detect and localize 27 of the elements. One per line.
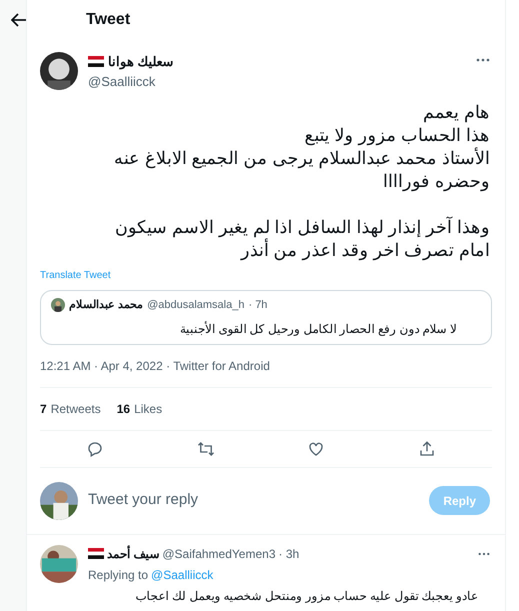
replying-label: Replying to xyxy=(88,566,148,584)
quoted-author-name: محمد عبدالسلام xyxy=(69,298,144,313)
flag-icon xyxy=(88,56,104,68)
more-icon[interactable] xyxy=(478,552,490,556)
comment-icon[interactable] xyxy=(86,440,104,458)
tweet-text: هام يعمم هذا الحساب مزور ولا يتبع الأستاذ محمد عبدالسلام يرجى من الجميع الابلاغ عنه وحضره فوراااا وهذا آخر إنذار لهذا السافل اذا لم يغير الاسم سيكون امام تصرف اخر وقد اعذر من أنذر xyxy=(112,101,491,262)
stat-label[interactable]: Retweets xyxy=(50,400,101,418)
tweet-timestamp: 12:21 AM · Apr 4, 2022 · Twitter for Android xyxy=(40,356,492,388)
page-title: Tweet xyxy=(86,10,130,30)
reply-author-handle[interactable]: @SaifahmedYemen3 xyxy=(162,544,276,562)
author-handle[interactable]: @Saalliicck xyxy=(88,72,174,91)
reply-text: عادو يعجبك تقول عليه حساب مزور ومنتحل شخصيه ويعمل لك اعجاب xyxy=(134,588,479,604)
heart-icon[interactable] xyxy=(307,440,326,458)
reply-time: · 3h xyxy=(278,546,300,562)
reply-author-name[interactable]: سيف أحمد xyxy=(107,544,160,562)
retweet-icon[interactable] xyxy=(196,440,215,458)
quoted-text: لا سلام دون رفع الحصار الكامل ورحيل كل القوى الأجنبية xyxy=(178,320,458,338)
flag-icon xyxy=(88,548,104,559)
share-icon[interactable] xyxy=(418,440,436,458)
stat-label[interactable]: Likes xyxy=(134,400,162,418)
quoted-author-handle: @abdusalamsala_h xyxy=(147,298,244,313)
quoted-time: · 7h xyxy=(248,298,268,313)
back-arrow-icon[interactable] xyxy=(11,13,27,27)
more-icon[interactable] xyxy=(476,58,490,62)
stat-count[interactable]: 16 xyxy=(116,400,130,418)
author-name[interactable]: سعليك هوانا xyxy=(108,52,174,72)
stat-count[interactable]: 7 xyxy=(40,400,47,418)
